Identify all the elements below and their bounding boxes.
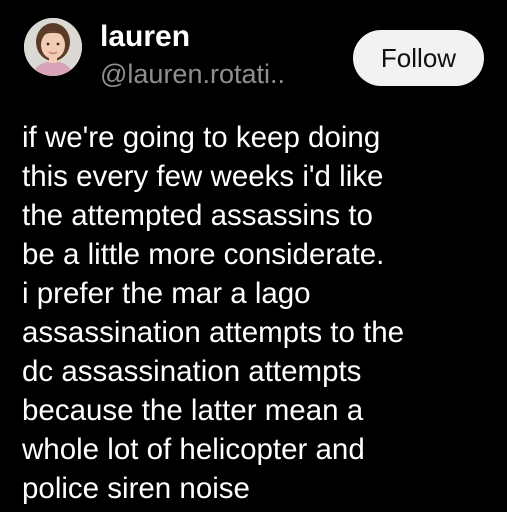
post-text-line: the attempted assassins to — [22, 199, 373, 232]
post-text-line: assassination attempts to the — [22, 316, 405, 349]
avatar[interactable] — [24, 18, 82, 76]
post-text-line: dc assassination attempts — [22, 355, 362, 388]
post-text-line: whole lot of helicopter and — [22, 433, 365, 466]
post-text-line: be a little more considerate. — [22, 238, 385, 271]
post-text-line: i prefer the mar a lago — [22, 277, 311, 310]
author-display-name[interactable]: lauren — [100, 20, 190, 54]
post-text-line: because the latter mean a — [22, 394, 364, 427]
post-text: if we're going to keep doing this every … — [22, 118, 492, 508]
post-text-line: if we're going to keep doing — [22, 121, 381, 154]
post-text-line: police siren noise — [22, 472, 250, 505]
author-handle[interactable]: @lauren.rotati.. — [100, 58, 285, 90]
profile-photo-icon — [24, 18, 82, 76]
post-card: lauren @lauren.rotati.. Follow if we're … — [0, 0, 507, 512]
follow-button[interactable]: Follow — [353, 30, 484, 86]
post-text-line: this every few weeks i'd like — [22, 160, 384, 193]
